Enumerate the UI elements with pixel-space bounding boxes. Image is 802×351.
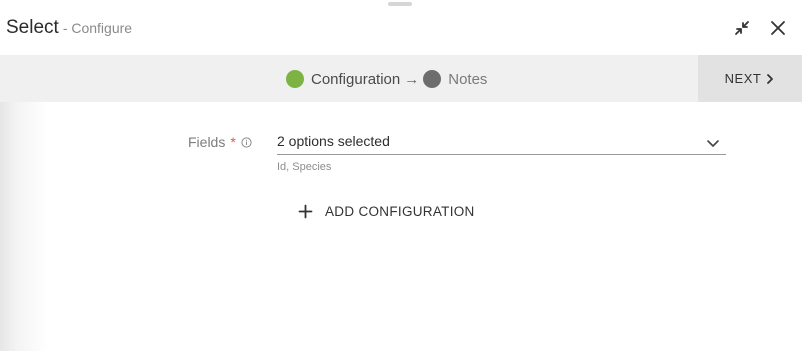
info-icon[interactable] <box>241 136 252 148</box>
next-button[interactable]: NEXT <box>698 55 802 102</box>
close-icon <box>770 20 786 36</box>
step-configuration-dot <box>286 70 304 88</box>
fields-label: Fields * <box>188 134 252 150</box>
dialog-header: Select - Configure <box>0 0 802 55</box>
collapse-arrows-icon <box>733 19 751 37</box>
add-configuration-button[interactable]: ADD CONFIGURATION <box>298 201 475 221</box>
fields-selected-hint: Id, Species <box>277 161 332 173</box>
add-configuration-label: ADD CONFIGURATION <box>325 203 475 219</box>
step-notes-dot <box>423 70 442 88</box>
subtitle-text: - Configure <box>62 20 133 36</box>
stepper-bar: Configuration → Notes NEXT <box>0 55 802 102</box>
chevron-right-icon <box>765 73 775 85</box>
collapse-button[interactable] <box>731 17 753 39</box>
step-separator-arrow: → <box>404 70 420 88</box>
plus-icon <box>298 204 313 219</box>
title-text: Select <box>6 17 59 38</box>
step-configuration-label[interactable]: Configuration <box>311 71 400 88</box>
configure-dialog: Select - Configure Configuration → Notes… <box>0 0 802 351</box>
step-list: Configuration → Notes <box>286 67 487 91</box>
fields-label-text: Fields <box>188 134 226 150</box>
fields-select-value: 2 options selected <box>277 133 390 149</box>
fields-select[interactable]: 2 options selected <box>277 130 726 155</box>
required-marker: * <box>230 134 236 150</box>
next-button-label: NEXT <box>724 71 762 86</box>
dialog-title: Select - Configure <box>6 17 132 39</box>
close-button[interactable] <box>767 17 789 39</box>
chevron-down-icon <box>706 135 720 153</box>
step-notes-label[interactable]: Notes <box>448 71 487 88</box>
